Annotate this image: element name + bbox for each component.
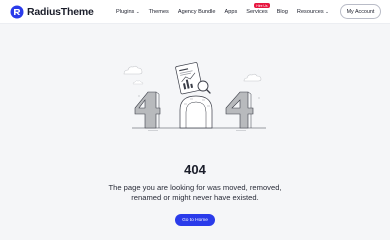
logo-text: RadiusTheme <box>27 6 94 18</box>
nav-item-label: Apps <box>224 9 238 15</box>
nav-item-agency-bundle[interactable]: Agency Bundle <box>178 9 216 15</box>
cloud-icon <box>243 73 262 82</box>
magnifier-icon <box>197 80 211 94</box>
nav-item-label: Plugins <box>116 9 135 15</box>
document-chart-icon <box>175 62 203 95</box>
nav-item-apps[interactable]: Apps <box>225 9 238 15</box>
nav-item-label: Services <box>246 9 268 15</box>
error-message: The page you are looking for was moved, … <box>108 183 282 202</box>
digit-four-left <box>134 91 161 129</box>
cloud-icon <box>123 65 143 75</box>
main-nav: Plugins ⌄ Themes Agency Bundle Apps Hire… <box>116 0 338 24</box>
nav-item-label: Themes <box>148 9 169 15</box>
cloud-icon <box>132 80 144 85</box>
site-header: RadiusTheme Plugins ⌄ Themes Agency Bund… <box>0 0 390 24</box>
my-account-button[interactable]: My Account <box>340 4 381 19</box>
go-to-home-button[interactable]: Go to Home <box>175 214 215 226</box>
digit-zero-arch <box>179 95 213 129</box>
logo[interactable]: RadiusTheme <box>10 5 94 19</box>
chevron-down-icon: ⌄ <box>135 9 140 15</box>
nav-item-label: Agency Bundle <box>177 9 216 15</box>
404-illustration <box>123 62 266 131</box>
radius-logo-icon <box>10 5 24 19</box>
nav-item-plugins[interactable]: Plugins ⌄ <box>116 9 140 15</box>
hire-us-badge: Hire Us <box>254 3 270 9</box>
nav-item-label: Blog <box>276 9 288 15</box>
chevron-down-icon: ⌄ <box>325 9 329 15</box>
nav-item-themes[interactable]: Themes <box>149 9 169 15</box>
nav-item-resources[interactable]: Resources ⌄ <box>297 9 329 15</box>
error-code-heading: 404 <box>184 162 206 177</box>
nav-item-blog[interactable]: Blog <box>277 9 288 15</box>
digit-four-right <box>225 91 254 129</box>
nav-item-services[interactable]: Hire Us Services <box>246 3 270 15</box>
nav-item-label: Resources <box>296 9 324 15</box>
